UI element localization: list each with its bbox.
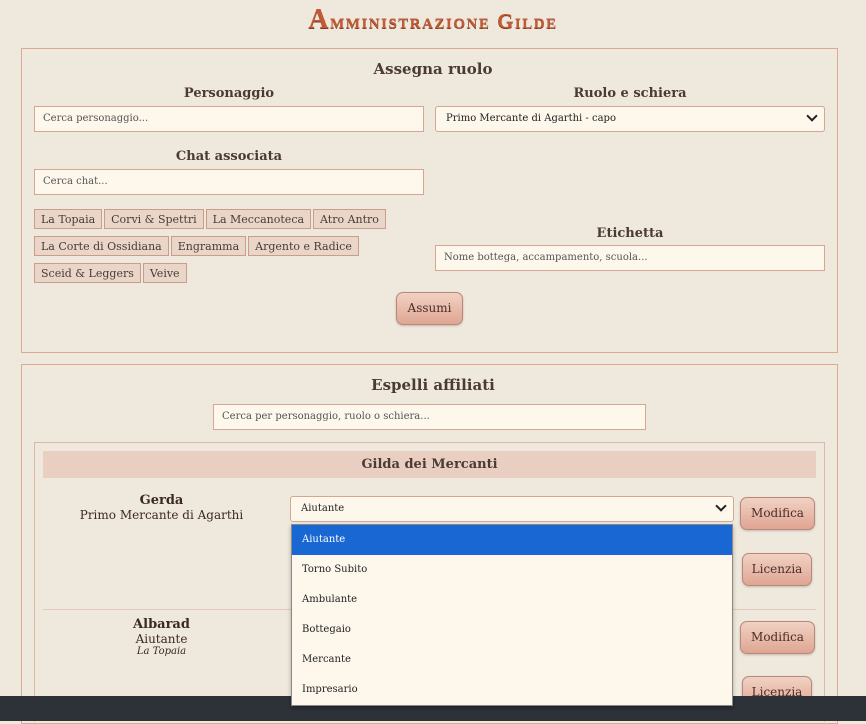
member-chat: La Topaia: [136, 646, 187, 657]
chat-tag[interactable]: Veive: [142, 263, 187, 283]
character-label: Personaggio: [183, 86, 275, 101]
assign-button[interactable]: Assumi: [396, 292, 463, 325]
character-search-input[interactable]: Cerca personaggio...: [34, 106, 424, 132]
chat-tag[interactable]: Argento e Radice: [248, 236, 359, 256]
dropdown-option[interactable]: Torno Subito: [292, 555, 732, 585]
tag-label: Etichetta: [596, 226, 664, 241]
role-select[interactable]: Primo Mercante di Agarthi - capo: [435, 106, 825, 132]
chat-tag[interactable]: La Topaia: [34, 209, 103, 229]
chat-tag-list: La Topaia Corvi & Spettri La Meccanoteca At…: [34, 208, 414, 289]
role-dropdown-list: Aiutante Torno Subito Ambulante Bottegai…: [291, 524, 733, 706]
chevron-down-icon: [806, 110, 818, 122]
role-select-value: Primo Mercante di Agarthi - capo: [446, 113, 616, 124]
guild-name: Gilda dei Mercanti: [43, 451, 816, 478]
member-name: Gerda: [139, 493, 184, 508]
dropdown-option[interactable]: Bottegaio: [292, 615, 732, 645]
chat-tag[interactable]: La Meccanoteca: [205, 209, 312, 229]
dropdown-option[interactable]: Ambulante: [292, 585, 732, 615]
member-name: Albarad: [133, 617, 190, 632]
modify-button[interactable]: Modifica: [740, 497, 815, 530]
dismiss-button[interactable]: Licenzia: [742, 553, 812, 586]
dropdown-option[interactable]: Mercante: [292, 645, 732, 675]
modify-button[interactable]: Modifica: [740, 621, 815, 654]
member-role: Aiutante: [135, 632, 188, 646]
chat-tag[interactable]: Engramma: [170, 236, 247, 256]
page-title: Amministrazione Gilde: [308, 4, 558, 35]
chevron-down-icon: [715, 500, 727, 512]
affiliate-search-input[interactable]: Cerca per personaggio, ruolo o schiera..…: [213, 404, 646, 430]
chat-tag[interactable]: Atro Antro: [313, 209, 386, 229]
role-label: Ruolo e schiera: [573, 86, 687, 101]
member-role-select[interactable]: Aiutante: [290, 496, 734, 522]
member-role-select-value: Aiutante: [301, 503, 345, 514]
chat-search-input[interactable]: Cerca chat...: [34, 169, 424, 195]
chat-label: Chat associata: [175, 149, 283, 164]
member-role: Primo Mercante di Agarthi: [79, 508, 244, 522]
chat-tag[interactable]: La Corte di Ossidiana: [34, 236, 169, 256]
assign-role-heading: Assegna ruolo: [373, 60, 493, 78]
affiliates-heading: Espelli affiliati: [371, 376, 495, 394]
chat-tag[interactable]: Corvi & Spettri: [104, 209, 204, 229]
dropdown-option[interactable]: Impresario: [292, 675, 732, 705]
dropdown-option[interactable]: Aiutante: [292, 525, 732, 555]
chat-tag[interactable]: Sceid & Leggers: [34, 263, 141, 283]
tag-input[interactable]: Nome bottega, accampamento, scuola...: [435, 245, 825, 271]
